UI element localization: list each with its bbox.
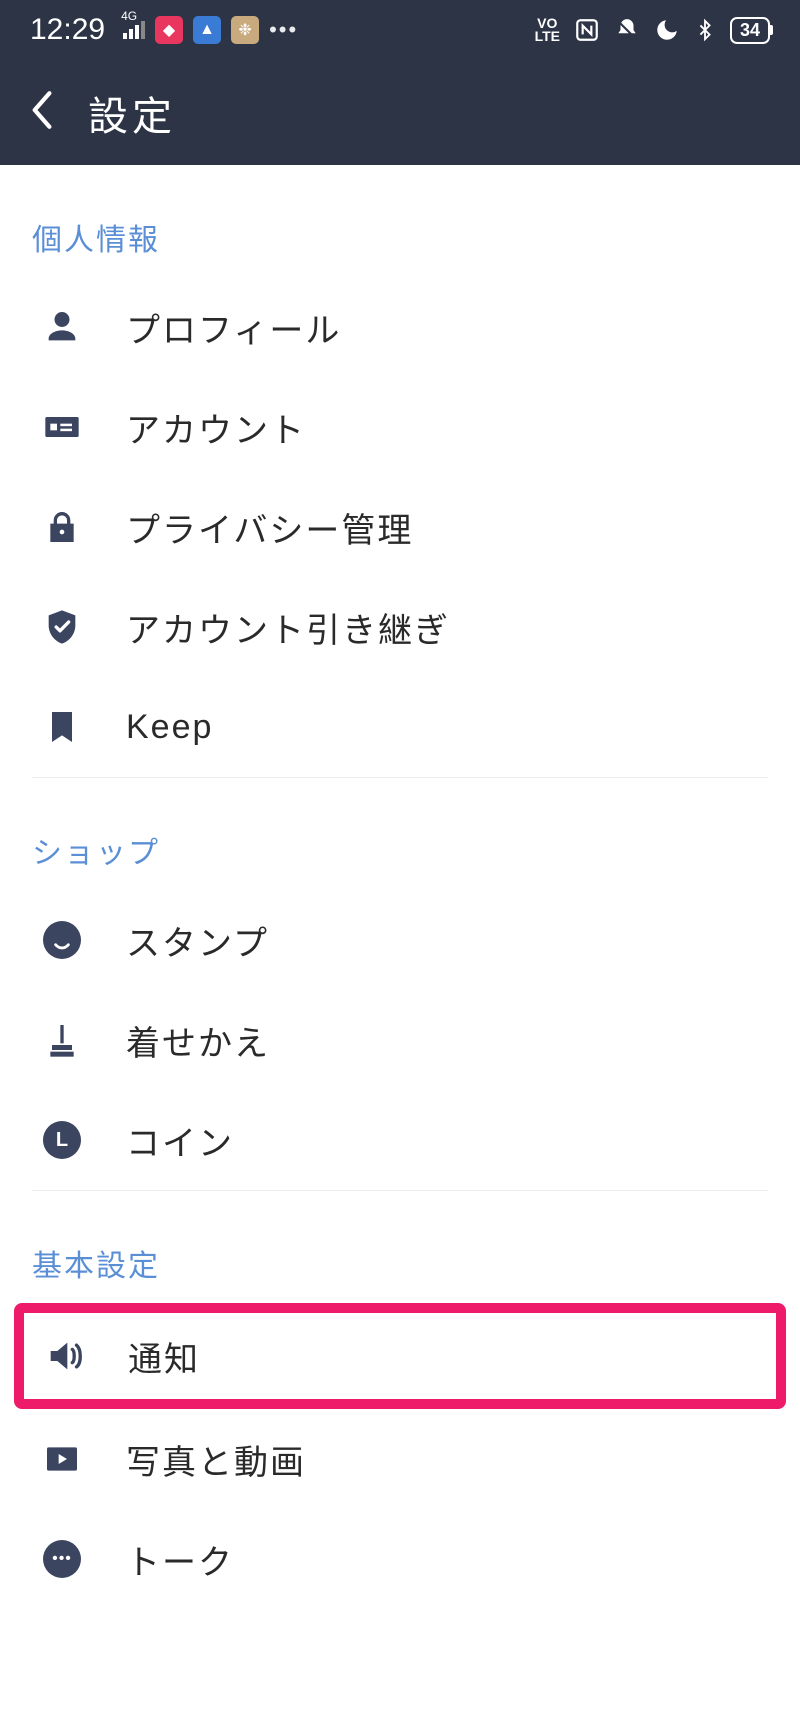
status-time: 12:29 bbox=[30, 13, 105, 47]
nfc-icon bbox=[574, 17, 600, 43]
speaker-icon bbox=[44, 1336, 84, 1376]
lock-icon bbox=[42, 507, 82, 547]
person-icon bbox=[42, 307, 82, 347]
item-label: スタンプ bbox=[126, 916, 269, 965]
item-keep[interactable]: Keep bbox=[0, 677, 800, 777]
app-shortcut-icon: ❉ bbox=[231, 16, 259, 44]
status-bar: 12:29 4G ◆ ▲ ❉ ••• VOLTE 34 bbox=[0, 0, 800, 60]
signal-icon: 4G bbox=[123, 21, 145, 39]
item-account[interactable]: アカウント bbox=[0, 377, 800, 477]
item-label: コイン bbox=[126, 1116, 234, 1165]
section-title-shop: ショップ bbox=[0, 828, 800, 890]
item-transfer[interactable]: アカウント引き継ぎ bbox=[0, 577, 800, 677]
smile-icon bbox=[42, 920, 82, 960]
play-icon bbox=[42, 1439, 82, 1479]
section-personal: 個人情報 プロフィール アカウント プライバシー管理 アカウント引き継ぎ bbox=[0, 165, 800, 777]
item-label: Keep bbox=[126, 708, 213, 747]
section-title-basic: 基本設定 bbox=[0, 1241, 800, 1303]
bookmark-icon bbox=[42, 707, 82, 747]
more-notifications-icon: ••• bbox=[269, 17, 298, 43]
highlight-notifications: 通知 bbox=[14, 1303, 786, 1409]
item-label: プライバシー管理 bbox=[126, 503, 413, 552]
item-label: アカウント bbox=[126, 403, 306, 452]
item-label: プロフィール bbox=[126, 303, 341, 352]
chat-icon: ••• bbox=[42, 1539, 82, 1579]
coin-icon: L bbox=[42, 1120, 82, 1160]
item-photos[interactable]: 写真と動画 bbox=[0, 1409, 800, 1509]
item-coins[interactable]: L コイン bbox=[0, 1090, 800, 1190]
item-label: トーク bbox=[126, 1535, 234, 1584]
app-shortcut-icon: ◆ bbox=[155, 16, 183, 44]
item-stamps[interactable]: スタンプ bbox=[0, 890, 800, 990]
item-label: 通知 bbox=[128, 1332, 200, 1381]
volte-icon: VOLTE bbox=[535, 17, 560, 42]
shield-check-icon bbox=[42, 607, 82, 647]
app-shortcut-icon: ▲ bbox=[193, 16, 221, 44]
page-title: 設定 bbox=[88, 84, 176, 142]
section-basic: 基本設定 通知 写真と動画 ••• トーク bbox=[0, 1191, 800, 1609]
back-button[interactable] bbox=[28, 89, 54, 136]
chevron-left-icon bbox=[28, 89, 54, 131]
battery-icon: 34 bbox=[730, 17, 770, 44]
status-left: 12:29 4G ◆ ▲ ❉ ••• bbox=[30, 13, 298, 47]
section-shop: ショップ スタンプ 着せかえ L コイン bbox=[0, 778, 800, 1190]
section-title-personal: 個人情報 bbox=[0, 215, 800, 277]
item-privacy[interactable]: プライバシー管理 bbox=[0, 477, 800, 577]
item-label: アカウント引き継ぎ bbox=[126, 603, 450, 652]
vibrate-icon bbox=[614, 17, 640, 43]
status-right: VOLTE 34 bbox=[535, 17, 770, 44]
dnd-moon-icon bbox=[654, 17, 680, 43]
item-label: 着せかえ bbox=[126, 1016, 270, 1065]
item-notifications[interactable]: 通知 bbox=[24, 1313, 776, 1399]
id-card-icon bbox=[42, 407, 82, 447]
item-talk[interactable]: ••• トーク bbox=[0, 1509, 800, 1609]
brush-icon bbox=[42, 1020, 82, 1060]
app-header: 設定 bbox=[0, 60, 800, 165]
item-profile[interactable]: プロフィール bbox=[0, 277, 800, 377]
settings-content: 個人情報 プロフィール アカウント プライバシー管理 アカウント引き継ぎ bbox=[0, 165, 800, 1609]
bluetooth-icon bbox=[694, 17, 716, 43]
item-themes[interactable]: 着せかえ bbox=[0, 990, 800, 1090]
item-label: 写真と動画 bbox=[126, 1435, 306, 1484]
